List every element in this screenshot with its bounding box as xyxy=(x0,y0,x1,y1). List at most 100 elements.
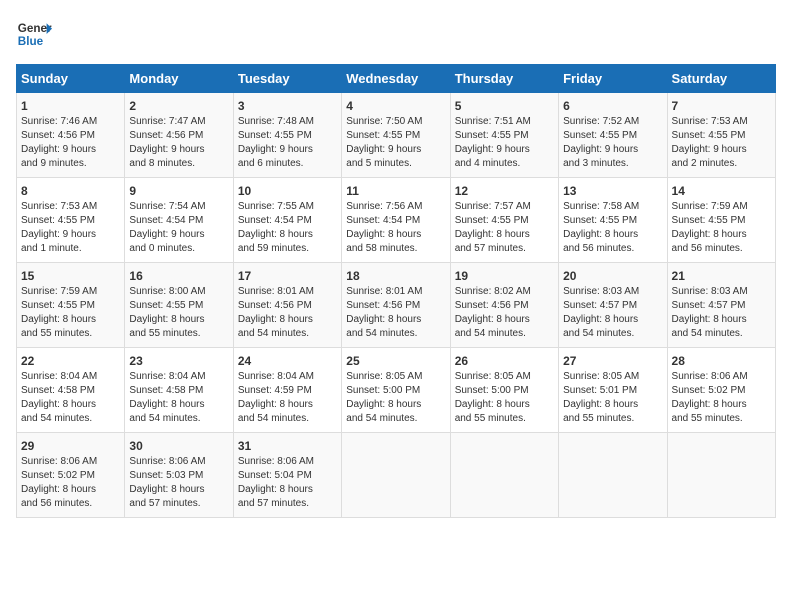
day-number: 27 xyxy=(563,354,662,368)
day-info: Sunrise: 7:53 AM Sunset: 4:55 PM Dayligh… xyxy=(672,115,771,171)
day-info: Sunrise: 7:58 AM Sunset: 4:55 PM Dayligh… xyxy=(563,200,662,256)
day-number: 31 xyxy=(238,439,337,453)
day-number: 2 xyxy=(129,99,228,113)
day-header-thursday: Thursday xyxy=(450,65,558,93)
calendar-cell: 7 Sunrise: 7:53 AM Sunset: 4:55 PM Daylig… xyxy=(667,93,775,178)
day-info: Sunrise: 8:04 AM Sunset: 4:59 PM Dayligh… xyxy=(238,370,337,426)
day-info: Sunrise: 7:52 AM Sunset: 4:55 PM Dayligh… xyxy=(563,115,662,171)
day-number: 9 xyxy=(129,184,228,198)
calendar-cell: 17 Sunrise: 8:01 AM Sunset: 4:56 PM Dayli… xyxy=(233,263,341,348)
day-info: Sunrise: 8:04 AM Sunset: 4:58 PM Dayligh… xyxy=(21,370,120,426)
calendar-cell xyxy=(342,433,450,518)
day-info: Sunrise: 8:00 AM Sunset: 4:55 PM Dayligh… xyxy=(129,285,228,341)
day-info: Sunrise: 7:48 AM Sunset: 4:55 PM Dayligh… xyxy=(238,115,337,171)
day-info: Sunrise: 8:06 AM Sunset: 5:03 PM Dayligh… xyxy=(129,455,228,511)
calendar-cell: 29 Sunrise: 8:06 AM Sunset: 5:02 PM Dayli… xyxy=(17,433,125,518)
day-info: Sunrise: 8:06 AM Sunset: 5:02 PM Dayligh… xyxy=(21,455,120,511)
calendar-cell: 13 Sunrise: 7:58 AM Sunset: 4:55 PM Dayli… xyxy=(559,178,667,263)
calendar-cell: 30 Sunrise: 8:06 AM Sunset: 5:03 PM Dayli… xyxy=(125,433,233,518)
day-info: Sunrise: 7:50 AM Sunset: 4:55 PM Dayligh… xyxy=(346,115,445,171)
day-header-monday: Monday xyxy=(125,65,233,93)
day-number: 11 xyxy=(346,184,445,198)
day-number: 3 xyxy=(238,99,337,113)
calendar-cell: 20 Sunrise: 8:03 AM Sunset: 4:57 PM Dayli… xyxy=(559,263,667,348)
day-number: 13 xyxy=(563,184,662,198)
day-info: Sunrise: 7:46 AM Sunset: 4:56 PM Dayligh… xyxy=(21,115,120,171)
day-number: 10 xyxy=(238,184,337,198)
day-info: Sunrise: 8:05 AM Sunset: 5:00 PM Dayligh… xyxy=(455,370,554,426)
day-number: 7 xyxy=(672,99,771,113)
calendar-cell: 5 Sunrise: 7:51 AM Sunset: 4:55 PM Daylig… xyxy=(450,93,558,178)
calendar-cell: 16 Sunrise: 8:00 AM Sunset: 4:55 PM Dayli… xyxy=(125,263,233,348)
calendar-cell: 27Sunrise: 8:05 AM Sunset: 5:01 PM Dayli… xyxy=(559,348,667,433)
calendar-week-row: 22 Sunrise: 8:04 AM Sunset: 4:58 PM Dayli… xyxy=(17,348,776,433)
day-number: 12 xyxy=(455,184,554,198)
day-info: Sunrise: 8:01 AM Sunset: 4:56 PM Dayligh… xyxy=(238,285,337,341)
day-number: 29 xyxy=(21,439,120,453)
day-number: 26 xyxy=(455,354,554,368)
calendar-cell: 24 Sunrise: 8:04 AM Sunset: 4:59 PM Dayli… xyxy=(233,348,341,433)
day-header-saturday: Saturday xyxy=(667,65,775,93)
day-header-tuesday: Tuesday xyxy=(233,65,341,93)
day-number: 22 xyxy=(21,354,120,368)
calendar-cell: 31 Sunrise: 8:06 AM Sunset: 5:04 PM Dayli… xyxy=(233,433,341,518)
day-header-wednesday: Wednesday xyxy=(342,65,450,93)
calendar-cell: 10 Sunrise: 7:55 AM Sunset: 4:54 PM Dayli… xyxy=(233,178,341,263)
logo: General Blue xyxy=(16,16,52,52)
day-number: 21 xyxy=(672,269,771,283)
day-number: 5 xyxy=(455,99,554,113)
day-header-friday: Friday xyxy=(559,65,667,93)
calendar-cell xyxy=(450,433,558,518)
day-info: Sunrise: 8:01 AM Sunset: 4:56 PM Dayligh… xyxy=(346,285,445,341)
day-info: Sunrise: 7:55 AM Sunset: 4:54 PM Dayligh… xyxy=(238,200,337,256)
day-number: 4 xyxy=(346,99,445,113)
day-info: Sunrise: 8:03 AM Sunset: 4:57 PM Dayligh… xyxy=(563,285,662,341)
day-info: Sunrise: 8:06 AM Sunset: 5:02 PM Dayligh… xyxy=(672,370,771,426)
calendar-cell: 3 Sunrise: 7:48 AM Sunset: 4:55 PM Daylig… xyxy=(233,93,341,178)
calendar-cell: 6 Sunrise: 7:52 AM Sunset: 4:55 PM Daylig… xyxy=(559,93,667,178)
day-number: 17 xyxy=(238,269,337,283)
calendar-cell: 28 Sunrise: 8:06 AM Sunset: 5:02 PM Dayli… xyxy=(667,348,775,433)
calendar-cell: 23 Sunrise: 8:04 AM Sunset: 4:58 PM Dayli… xyxy=(125,348,233,433)
calendar-cell xyxy=(559,433,667,518)
calendar-cell: 15 Sunrise: 7:59 AM Sunset: 4:55 PM Dayli… xyxy=(17,263,125,348)
svg-text:Blue: Blue xyxy=(18,35,44,48)
page-header: General Blue xyxy=(16,16,776,52)
day-info: Sunrise: 8:02 AM Sunset: 4:56 PM Dayligh… xyxy=(455,285,554,341)
day-info: Sunrise: 7:59 AM Sunset: 4:55 PM Dayligh… xyxy=(21,285,120,341)
calendar-cell: 19 Sunrise: 8:02 AM Sunset: 4:56 PM Dayli… xyxy=(450,263,558,348)
calendar-cell: 2 Sunrise: 7:47 AM Sunset: 4:56 PM Daylig… xyxy=(125,93,233,178)
calendar-cell: 8Sunrise: 7:53 AM Sunset: 4:55 PM Daylig… xyxy=(17,178,125,263)
calendar-cell: 1 Sunrise: 7:46 AM Sunset: 4:56 PM Daylig… xyxy=(17,93,125,178)
day-number: 6 xyxy=(563,99,662,113)
calendar-cell xyxy=(667,433,775,518)
day-number: 20 xyxy=(563,269,662,283)
calendar-table: SundayMondayTuesdayWednesdayThursdayFrid… xyxy=(16,64,776,518)
day-number: 25 xyxy=(346,354,445,368)
day-number: 28 xyxy=(672,354,771,368)
day-header-sunday: Sunday xyxy=(17,65,125,93)
day-number: 1 xyxy=(21,99,120,113)
day-info: Sunrise: 8:04 AM Sunset: 4:58 PM Dayligh… xyxy=(129,370,228,426)
day-info: Sunrise: 7:59 AM Sunset: 4:55 PM Dayligh… xyxy=(672,200,771,256)
day-info: Sunrise: 8:06 AM Sunset: 5:04 PM Dayligh… xyxy=(238,455,337,511)
calendar-cell: 26 Sunrise: 8:05 AM Sunset: 5:00 PM Dayli… xyxy=(450,348,558,433)
day-number: 19 xyxy=(455,269,554,283)
day-info: Sunrise: 7:51 AM Sunset: 4:55 PM Dayligh… xyxy=(455,115,554,171)
day-number: 24 xyxy=(238,354,337,368)
calendar-cell: 14Sunrise: 7:59 AM Sunset: 4:55 PM Dayli… xyxy=(667,178,775,263)
calendar-week-row: 15 Sunrise: 7:59 AM Sunset: 4:55 PM Dayli… xyxy=(17,263,776,348)
day-info: Sunrise: 7:47 AM Sunset: 4:56 PM Dayligh… xyxy=(129,115,228,171)
day-number: 23 xyxy=(129,354,228,368)
day-number: 15 xyxy=(21,269,120,283)
day-number: 30 xyxy=(129,439,228,453)
calendar-cell: 22 Sunrise: 8:04 AM Sunset: 4:58 PM Dayli… xyxy=(17,348,125,433)
day-info: Sunrise: 8:03 AM Sunset: 4:57 PM Dayligh… xyxy=(672,285,771,341)
day-info: Sunrise: 7:54 AM Sunset: 4:54 PM Dayligh… xyxy=(129,200,228,256)
calendar-cell: 12 Sunrise: 7:57 AM Sunset: 4:55 PM Dayli… xyxy=(450,178,558,263)
calendar-cell: 11Sunrise: 7:56 AM Sunset: 4:54 PM Dayli… xyxy=(342,178,450,263)
calendar-week-row: 29 Sunrise: 8:06 AM Sunset: 5:02 PM Dayli… xyxy=(17,433,776,518)
calendar-cell: 4 Sunrise: 7:50 AM Sunset: 4:55 PM Daylig… xyxy=(342,93,450,178)
day-number: 16 xyxy=(129,269,228,283)
day-info: Sunrise: 7:57 AM Sunset: 4:55 PM Dayligh… xyxy=(455,200,554,256)
